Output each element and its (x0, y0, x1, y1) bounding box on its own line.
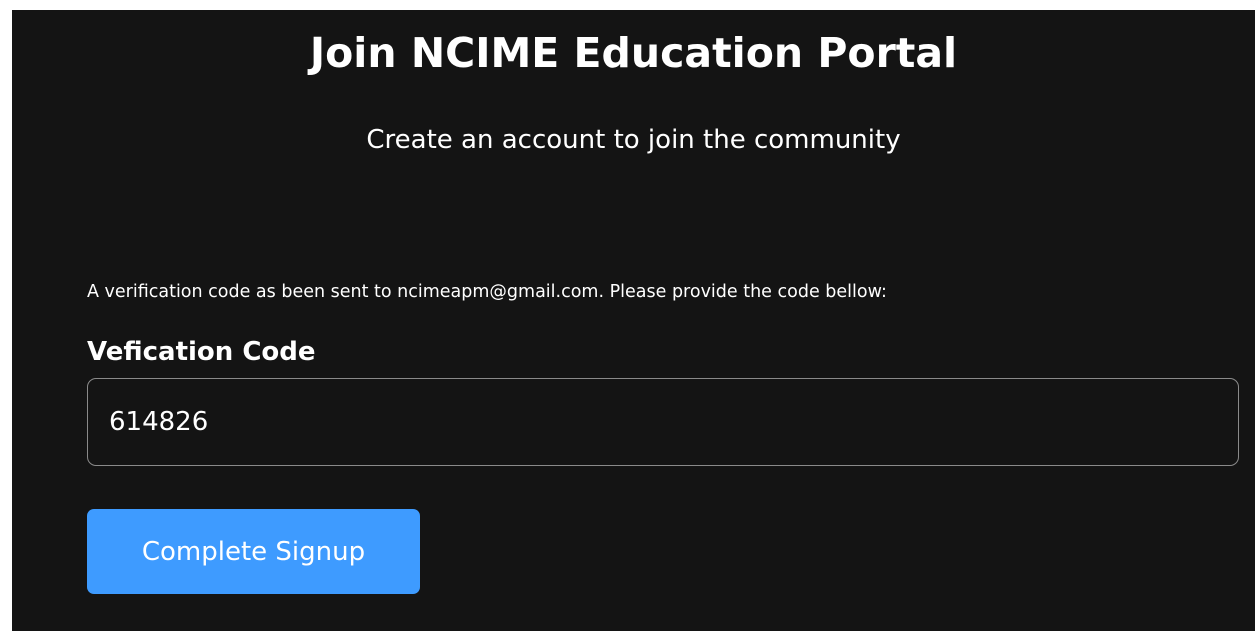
signup-panel: Join NCIME Education Portal Create an ac… (12, 10, 1255, 631)
page-title: Join NCIME Education Portal (309, 29, 958, 77)
page-subtitle: Create an account to join the community (366, 125, 901, 155)
verification-notice: A verification code as been sent to ncim… (87, 282, 887, 302)
verification-code-input[interactable] (87, 378, 1239, 466)
complete-signup-button[interactable]: Complete Signup (87, 509, 420, 594)
verification-code-label: Vefication Code (87, 337, 316, 367)
